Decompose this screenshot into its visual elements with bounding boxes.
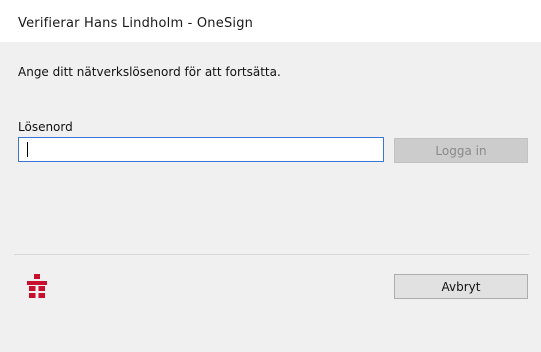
prompt-text: Ange ditt nätverkslösenord för att forts…: [18, 65, 281, 79]
footer-divider: [14, 254, 529, 255]
window-title: Verifierar Hans Lindholm - OneSign: [18, 16, 254, 31]
dialog-body: [0, 42, 541, 352]
title-bar: Verifierar Hans Lindholm - OneSign: [0, 0, 541, 42]
onesign-logo-icon: [27, 274, 47, 298]
password-input[interactable]: [18, 137, 384, 162]
cancel-button[interactable]: Avbryt: [394, 274, 528, 299]
password-label: Lösenord: [18, 120, 73, 134]
login-button[interactable]: Logga in: [394, 138, 528, 163]
text-caret: [27, 142, 28, 157]
